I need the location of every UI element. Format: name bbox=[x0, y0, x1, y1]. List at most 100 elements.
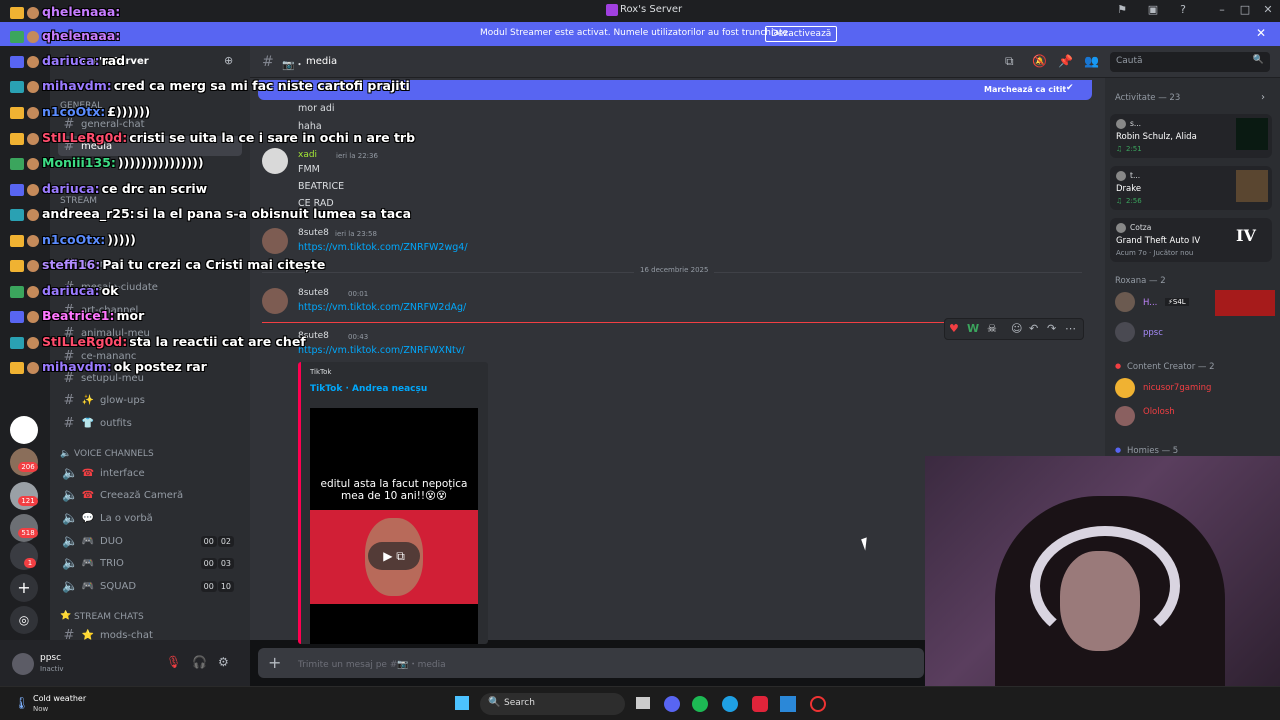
member-name[interactable]: Ololosh bbox=[1143, 407, 1175, 417]
avatar[interactable] bbox=[1115, 292, 1135, 312]
close-banner-icon[interactable]: ✕ bbox=[1256, 26, 1266, 40]
deafen-icon[interactable]: 🎧 bbox=[192, 655, 207, 669]
video-caption: editul asta la facut nepoțica mea de 10 … bbox=[320, 478, 468, 502]
close-window-icon[interactable]: ✕ bbox=[1261, 3, 1275, 17]
chat-avatar bbox=[27, 336, 39, 349]
chat-username: qhelenaaa: bbox=[42, 4, 121, 19]
overlay-chat-line: StILLeRg0d: cristi se uita la ce i sare i… bbox=[10, 130, 415, 145]
activity-card[interactable]: t... Drake ♫ 2:56 bbox=[1110, 166, 1272, 210]
app-icon[interactable] bbox=[780, 696, 796, 712]
avatar[interactable] bbox=[1115, 406, 1135, 426]
weather-icon[interactable]: 🌡 bbox=[14, 696, 29, 710]
channel-outfits[interactable]: # 👕 outfits bbox=[58, 413, 242, 433]
embed-title[interactable]: TikTok · Andrea neacșu bbox=[310, 384, 427, 394]
chat-badge-icon bbox=[10, 106, 24, 119]
search-placeholder: Caută bbox=[1116, 56, 1143, 66]
member-tag: ⚡S4L bbox=[1165, 298, 1189, 306]
category-stream-chats[interactable]: STREAM CHATS bbox=[74, 612, 144, 622]
play-icon[interactable]: ▶ ⧉ bbox=[368, 542, 420, 570]
chat-badge-icon bbox=[10, 234, 24, 247]
server-icon[interactable] bbox=[10, 416, 38, 444]
chat-text: Pai tu crezi ca Cristi mai citește bbox=[102, 257, 326, 272]
avatar[interactable] bbox=[1115, 322, 1135, 342]
activity-card[interactable]: Cotza Grand Theft Auto IV Acum 7o · Jucă… bbox=[1110, 218, 1272, 262]
minimize-icon[interactable]: – bbox=[1215, 3, 1229, 17]
edge-icon[interactable] bbox=[722, 696, 738, 712]
add-server-icon[interactable]: + bbox=[10, 574, 38, 602]
message-author[interactable]: xadi bbox=[298, 150, 317, 160]
member-name[interactable]: nicusor7gaming bbox=[1143, 383, 1211, 393]
spotify-icon[interactable] bbox=[692, 696, 708, 712]
server-logo-icon bbox=[606, 4, 618, 16]
member-name[interactable]: ppsc bbox=[1143, 328, 1163, 338]
channel-glow-ups[interactable]: # ✨ glow-ups bbox=[58, 390, 242, 410]
flag-icon[interactable]: ⚑ bbox=[1115, 3, 1129, 17]
chat-username: qhelenaaa: bbox=[42, 28, 121, 43]
voice-channel-la-o-vorba[interactable]: 🔈 💬 La o vorbă bbox=[58, 508, 242, 528]
help-icon[interactable]: ? bbox=[1176, 3, 1190, 17]
chevron-right-icon[interactable]: › bbox=[1261, 92, 1265, 103]
avatar[interactable] bbox=[12, 653, 34, 675]
message-composer[interactable]: + Trimite un mesaj pe #📷・media bbox=[258, 648, 924, 678]
message-timestamp: ieri la 22:36 bbox=[336, 152, 378, 160]
add-reaction-icon[interactable]: ☺ bbox=[1011, 322, 1022, 335]
message-author[interactable]: 8sute8 bbox=[298, 228, 329, 238]
voice-channel-interface[interactable]: 🔈 ☎ interface bbox=[58, 463, 242, 483]
weather-title[interactable]: Cold weather bbox=[33, 694, 86, 703]
windows-start-icon[interactable] bbox=[455, 696, 469, 710]
attach-plus-icon[interactable]: + bbox=[268, 653, 281, 672]
embed-video[interactable]: editul asta la facut nepoțica mea de 10 … bbox=[310, 408, 478, 644]
message-text: FMM bbox=[298, 164, 320, 175]
chat-text: £)))))) bbox=[107, 104, 151, 119]
forward-icon[interactable]: ↷ bbox=[1047, 322, 1056, 335]
inbox-icon[interactable]: ▣ bbox=[1146, 3, 1160, 17]
member-name[interactable]: H... bbox=[1143, 298, 1157, 308]
mute-icon[interactable]: 🎙 bbox=[166, 655, 181, 669]
heart-reaction-icon[interactable]: ♥ bbox=[949, 322, 959, 335]
message-text: BEATRICE bbox=[298, 181, 345, 192]
message-timestamp: 00:43 bbox=[348, 333, 369, 341]
discord-icon[interactable] bbox=[664, 696, 680, 712]
invite-icon[interactable]: ⊕ bbox=[224, 54, 233, 67]
gamepad-icon: 🎮 bbox=[81, 557, 95, 569]
message-link[interactable]: https://vm.tiktok.com/ZNRFW2wg4/ bbox=[298, 242, 468, 253]
message-link[interactable]: https://vm.tiktok.com/ZNRFW2dAg/ bbox=[298, 302, 466, 313]
member-list-icon[interactable]: 👥 bbox=[1084, 54, 1099, 68]
channel-title: media bbox=[306, 56, 338, 67]
discover-icon[interactable]: ◎ bbox=[10, 606, 38, 634]
voice-channel-trio[interactable]: 🔈 🎮 TRIO 00 03 bbox=[58, 553, 242, 573]
w-reaction-icon[interactable]: W bbox=[967, 322, 979, 335]
more-icon[interactable]: ⋯ bbox=[1065, 322, 1076, 335]
threads-icon[interactable]: ⧉ bbox=[1005, 54, 1014, 69]
reply-icon[interactable]: ↶ bbox=[1029, 322, 1038, 335]
album-art bbox=[1236, 170, 1268, 202]
pin-icon[interactable]: 📌 bbox=[1058, 54, 1073, 68]
task-view-icon[interactable] bbox=[636, 697, 650, 709]
avatar[interactable] bbox=[262, 288, 288, 314]
category-stream[interactable]: STREAM bbox=[60, 196, 97, 206]
obs-icon[interactable] bbox=[810, 696, 826, 712]
maximize-icon[interactable]: □ bbox=[1238, 3, 1252, 17]
avatar[interactable] bbox=[262, 148, 288, 174]
settings-gear-icon[interactable]: ⚙ bbox=[218, 655, 229, 669]
message-link[interactable]: https://vm.tiktok.com/ZNRFWXNtv/ bbox=[298, 345, 465, 356]
activity-card[interactable]: s... Robin Schulz, Alida ♫ 2:51 bbox=[1110, 114, 1272, 158]
music-note-icon: ♫ bbox=[1116, 197, 1123, 205]
app-icon[interactable] bbox=[752, 696, 768, 712]
avatar[interactable] bbox=[1115, 378, 1135, 398]
overlay-chat-line: mihavdm: ok postez rar bbox=[10, 359, 207, 374]
chat-avatar bbox=[27, 55, 39, 68]
category-voice[interactable]: VOICE CHANNELS bbox=[74, 449, 154, 459]
message-author[interactable]: 8sute8 bbox=[298, 288, 329, 298]
notification-bell-icon[interactable]: 🔕 bbox=[1032, 54, 1047, 68]
taskbar-search[interactable]: 🔍 Search bbox=[480, 693, 625, 715]
voice-channel-squad[interactable]: 🔈 🎮 SQUAD 00 10 bbox=[58, 576, 242, 596]
phone-icon: ☎ bbox=[81, 467, 95, 479]
avatar[interactable] bbox=[262, 228, 288, 254]
overlay-chat-line: andreea_r25: si la el pana s-a obisnuit l… bbox=[10, 206, 411, 221]
search-box[interactable]: Caută 🔍 bbox=[1110, 52, 1270, 72]
skull-reaction-icon[interactable]: ☠ bbox=[987, 322, 997, 335]
disable-streamer-button[interactable]: Dezactivează bbox=[765, 26, 838, 42]
voice-channel-create[interactable]: 🔈 ☎ Creează Cameră bbox=[58, 485, 242, 505]
voice-channel-duo[interactable]: 🔈 🎮 DUO 00 02 bbox=[58, 531, 242, 551]
